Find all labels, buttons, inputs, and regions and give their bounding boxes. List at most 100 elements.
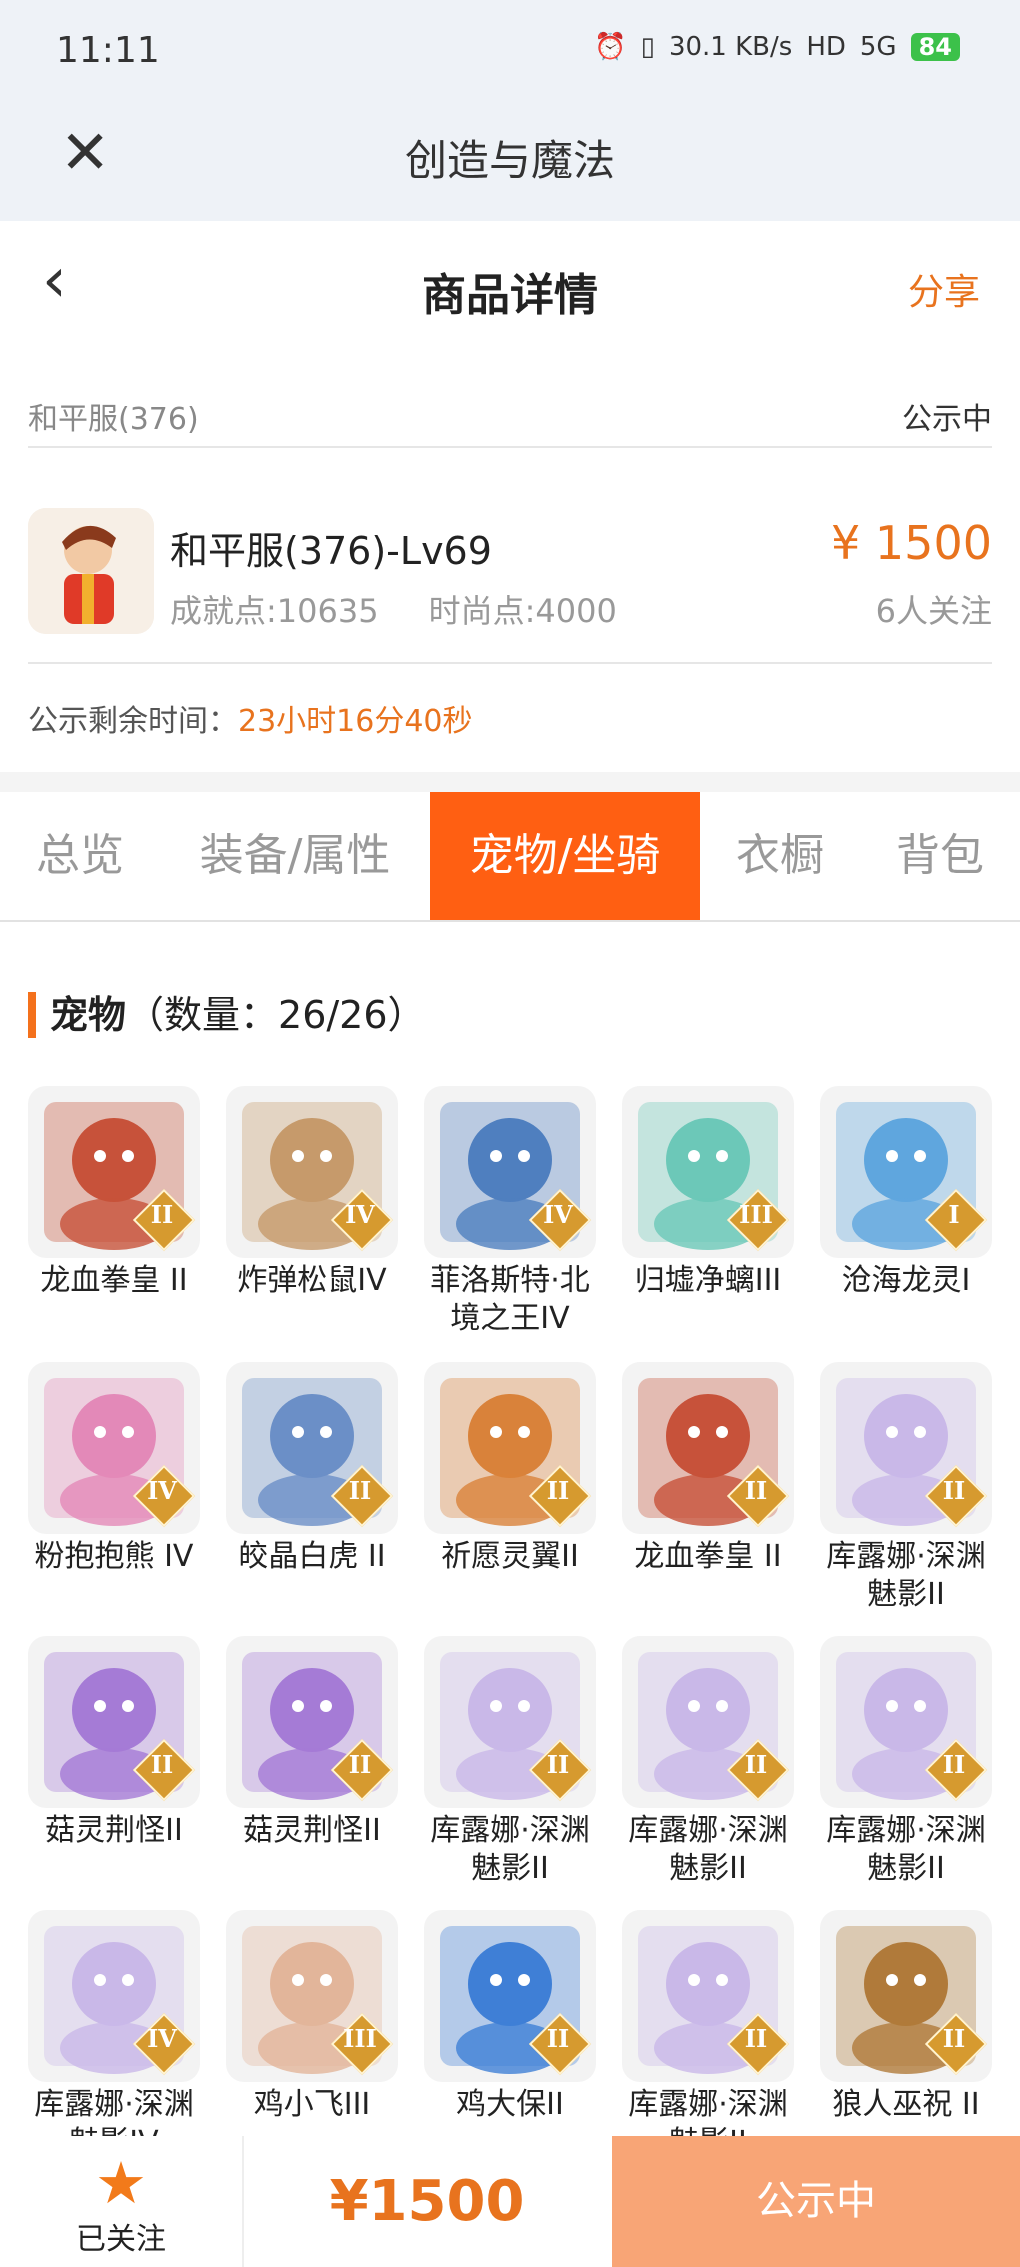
divider xyxy=(0,772,1020,792)
pet-thumbnail: II xyxy=(820,1362,992,1534)
pet-card[interactable]: II 鸡大保II xyxy=(424,1910,596,2124)
pet-name: 沧海龙灵I xyxy=(841,1263,971,1298)
follow-button[interactable]: ★ 已关注 xyxy=(0,2136,244,2267)
pet-name: 龙血拳皇 II xyxy=(634,1539,782,1574)
pet-card[interactable]: II 龙血拳皇 II xyxy=(28,1086,200,1300)
pet-card[interactable]: II 狼人巫祝 II xyxy=(820,1910,992,2124)
pet-card[interactable]: II 库露娜·深渊魅影II xyxy=(820,1636,992,1888)
tier-badge-icon: II xyxy=(528,1738,592,1802)
alarm-icon: ⏰ xyxy=(594,32,627,62)
avatar xyxy=(28,508,154,634)
tier-badge-icon: II xyxy=(726,1464,790,1528)
status-icons: ⏰ ▯ 30.1 KB/s HD 5G 84 xyxy=(594,32,960,62)
tier-label: II xyxy=(150,1750,174,1779)
product-meta: 成就点:10635 时尚点:4000 xyxy=(170,586,617,632)
pet-card[interactable]: II 库露娜·深渊魅影II xyxy=(424,1636,596,1888)
tier-label: II xyxy=(744,2024,768,2053)
tier-label: II xyxy=(348,1750,372,1779)
share-button[interactable]: 分享 xyxy=(908,263,980,315)
pet-card[interactable]: IV 粉抱抱熊 IV xyxy=(28,1362,200,1576)
follow-label: 已关注 xyxy=(76,2222,166,2257)
pet-card[interactable]: II 菇灵荆怪II xyxy=(226,1636,398,1850)
pet-thumbnail: II xyxy=(226,1362,398,1534)
remaining-value: 23小时16分40秒 xyxy=(238,704,473,739)
tier-badge-icon: IV xyxy=(132,2012,196,2076)
tier-badge-icon: II xyxy=(924,1738,988,1802)
pet-thumbnail: II xyxy=(226,1636,398,1808)
pet-name: 库露娜·深渊魅影II xyxy=(628,1813,788,1886)
section-title: 宠物（数量：26/26） xyxy=(28,992,426,1038)
pet-card[interactable]: IV 炸弹松鼠IV xyxy=(226,1086,398,1300)
signal-icon: 5G xyxy=(859,32,897,62)
server-name: 和平服(376) xyxy=(28,402,199,437)
pet-card[interactable]: II 祈愿灵翼II xyxy=(424,1362,596,1576)
listing-status: 公示中 xyxy=(902,402,992,437)
pet-thumbnail: IV xyxy=(424,1086,596,1258)
tier-label: II xyxy=(546,1750,570,1779)
tier-label: II xyxy=(744,1476,768,1505)
pet-card[interactable]: IV 库露娜·深渊魅影IV xyxy=(28,1910,200,2136)
pet-name: 菇灵荆怪II xyxy=(45,1813,183,1848)
pet-thumbnail: II xyxy=(622,1636,794,1808)
tier-badge-icon: II xyxy=(132,1188,196,1252)
pet-thumbnail: II xyxy=(28,1636,200,1808)
product-price: ¥ 1500 xyxy=(831,516,992,570)
network-speed: 30.1 KB/s xyxy=(668,32,793,62)
pet-card[interactable]: I 沧海龙灵I xyxy=(820,1086,992,1300)
pet-name: 菇灵荆怪II xyxy=(243,1813,381,1848)
page-title: 商品详情 xyxy=(422,270,598,321)
pet-card[interactable]: II 菇灵荆怪II xyxy=(28,1636,200,1850)
tier-badge-icon: IV xyxy=(330,1188,394,1252)
pet-card[interactable]: II 龙血拳皇 II xyxy=(622,1362,794,1576)
tier-badge-icon: II xyxy=(330,1738,394,1802)
pet-name: 粉抱抱熊 IV xyxy=(34,1539,194,1574)
tier-label: II xyxy=(150,1200,174,1229)
tier-badge-icon: II xyxy=(726,1738,790,1802)
bottom-price: ¥1500 xyxy=(329,2169,525,2234)
followers-count: 6人关注 xyxy=(875,592,992,630)
pet-grid: II 龙血拳皇 II IV 炸弹松鼠IV IV 菲洛斯特·北境之王IV III 归墟净螭III… xyxy=(28,1086,992,2136)
pet-thumbnail: II xyxy=(622,1910,794,2082)
pet-card[interactable]: II 皎晶白虎 II xyxy=(226,1362,398,1576)
tier-label: II xyxy=(942,1750,966,1779)
pet-thumbnail: IV xyxy=(28,1362,200,1534)
pet-card[interactable]: II 库露娜·深渊魅影II xyxy=(622,1910,794,2136)
pet-thumbnail: III xyxy=(226,1910,398,2082)
tier-badge-icon: II xyxy=(330,1464,394,1528)
tier-badge-icon: IV xyxy=(132,1464,196,1528)
pet-card[interactable]: II 库露娜·深渊魅影II xyxy=(820,1362,992,1614)
tab-wardrobe[interactable]: 衣橱 xyxy=(700,792,860,920)
status-button[interactable]: 公示中 xyxy=(612,2136,1020,2267)
pet-name: 炸弹松鼠IV xyxy=(237,1263,387,1298)
tier-badge-icon: II xyxy=(528,1464,592,1528)
pet-name: 皎晶白虎 II xyxy=(238,1539,386,1574)
remaining-label: 公示剩余时间： xyxy=(28,704,238,739)
tier-label: II xyxy=(348,1476,372,1505)
tier-label: IV xyxy=(345,1200,375,1229)
tab-backpack[interactable]: 背包 xyxy=(860,792,1020,920)
battery-icon: 84 xyxy=(910,33,960,61)
remaining-time: 公示剩余时间：23小时16分40秒 xyxy=(28,696,473,740)
pet-thumbnail: II xyxy=(424,1362,596,1534)
achievement-points: 成就点:10635 xyxy=(170,592,379,630)
pet-thumbnail: II xyxy=(622,1362,794,1534)
pet-thumbnail: IV xyxy=(226,1086,398,1258)
product-name: 和平服(376)-Lv69 xyxy=(170,529,492,573)
pet-thumbnail: II xyxy=(28,1086,200,1258)
pet-name: 祈愿灵翼II xyxy=(441,1539,579,1574)
tab-overview[interactable]: 总览 xyxy=(0,792,160,920)
pet-name: 鸡小飞III xyxy=(253,2087,371,2122)
pet-card[interactable]: III 鸡小飞III xyxy=(226,1910,398,2124)
fashion-points: 时尚点:4000 xyxy=(428,592,617,630)
tier-badge-icon: II xyxy=(924,1464,988,1528)
product-summary: 和平服(376)-Lv69 成就点:10635 时尚点:4000 ¥ 1500 6… xyxy=(28,480,992,664)
pet-card[interactable]: III 归墟净螭III xyxy=(622,1086,794,1300)
pet-card[interactable]: IV 菲洛斯特·北境之王IV xyxy=(424,1086,596,1338)
tab-bar: 总览 装备/属性 宠物/坐骑 衣橱 背包 xyxy=(0,792,1020,922)
pet-card[interactable]: II 库露娜·深渊魅影II xyxy=(622,1636,794,1888)
tab-equipment[interactable]: 装备/属性 xyxy=(160,792,430,920)
app-bar: ✕ 创造与魔法 xyxy=(0,105,1020,221)
pet-thumbnail: II xyxy=(820,1636,992,1808)
pet-name: 菲洛斯特·北境之王IV xyxy=(430,1263,590,1336)
tab-pets[interactable]: 宠物/坐骑 xyxy=(430,792,700,920)
